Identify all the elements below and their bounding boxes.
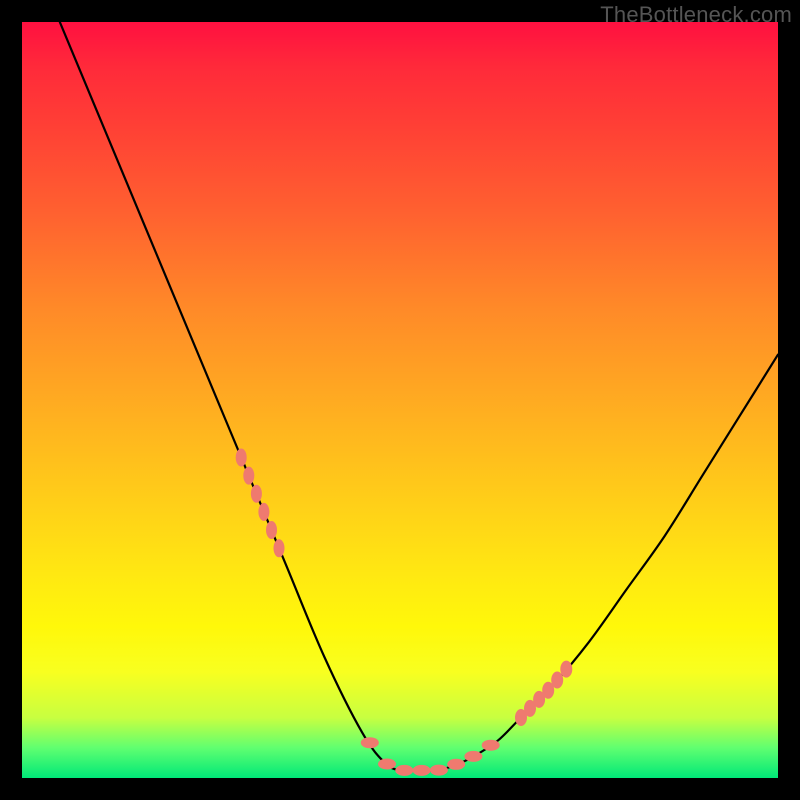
chart-frame: TheBottleneck.com xyxy=(0,0,800,800)
curve-markers-right xyxy=(515,661,572,726)
curve-marker xyxy=(430,765,448,776)
bottleneck-curve xyxy=(60,22,778,771)
curve-marker xyxy=(251,485,262,503)
plot-area xyxy=(22,22,778,778)
attribution-watermark: TheBottleneck.com xyxy=(600,2,792,28)
curve-marker xyxy=(560,661,572,678)
curve-marker xyxy=(447,759,465,770)
curve-markers-floor xyxy=(361,737,500,776)
curve-marker xyxy=(482,740,500,751)
curve-marker xyxy=(258,503,269,521)
curve-layer xyxy=(22,22,778,778)
curve-marker xyxy=(395,765,413,776)
curve-marker xyxy=(551,672,563,689)
curve-marker xyxy=(464,751,482,762)
curve-marker xyxy=(243,467,254,485)
curve-marker xyxy=(274,539,285,557)
curve-marker xyxy=(378,759,396,770)
curve-marker xyxy=(361,737,379,748)
curve-marker xyxy=(266,521,277,539)
curve-marker xyxy=(236,449,247,467)
curve-marker xyxy=(413,765,431,776)
